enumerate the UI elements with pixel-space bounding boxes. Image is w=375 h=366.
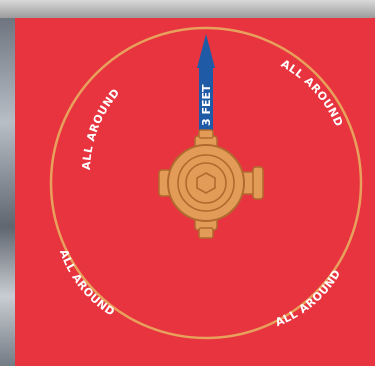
ring-label-bottom-left: ALL AROUND [57, 248, 117, 319]
diagram-frame: ALL AROUND ALL AROUND ALL AROUND ALL ARO… [0, 0, 375, 366]
ring-label-top-right: ALL AROUND [279, 57, 346, 129]
ring-label-top-left: ALL AROUND [80, 86, 122, 170]
hydrant-valve-icon [158, 129, 264, 239]
clearance-diagram: ALL AROUND ALL AROUND ALL AROUND ALL ARO… [49, 26, 363, 340]
distance-label: 3 FEET [200, 84, 213, 126]
ring-label-bottom-right: ALL AROUND [273, 267, 343, 329]
